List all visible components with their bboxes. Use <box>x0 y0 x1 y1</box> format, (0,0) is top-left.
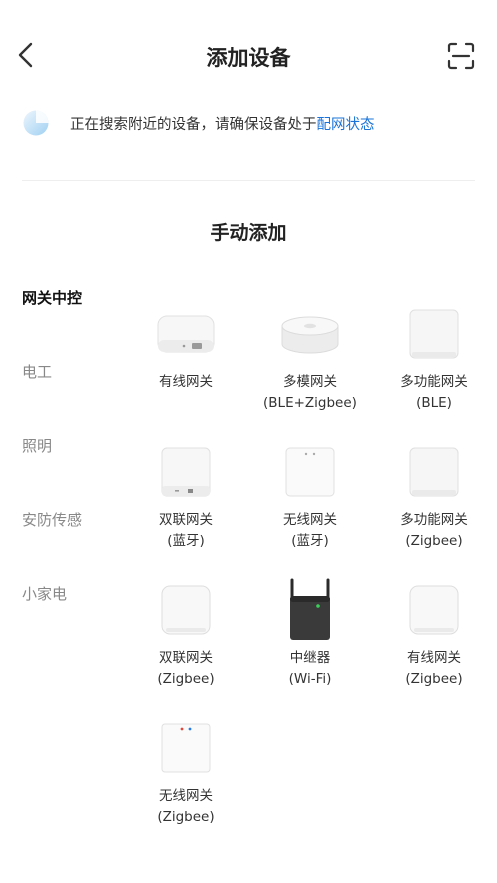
device-card[interactable]: 双联网关 (Zigbee) <box>124 578 248 690</box>
device-card[interactable]: 无线网关 (Zigbee) <box>124 716 248 828</box>
device-protocol: (Zigbee) <box>405 671 463 687</box>
category-lighting[interactable]: 照明 <box>22 435 132 509</box>
dual-gateway-icon <box>124 578 248 642</box>
search-message: 正在搜索附近的设备，请确保设备处于 <box>70 116 317 133</box>
device-protocol: (BLE) <box>416 395 452 411</box>
category-small-appliance[interactable]: 小家电 <box>22 583 132 657</box>
device-protocol: (Zigbee) <box>157 809 215 825</box>
category-electrical[interactable]: 电工 <box>22 361 132 435</box>
device-name: 多模网关 <box>283 374 337 390</box>
device-name: 无线网关 <box>159 788 213 804</box>
device-card[interactable]: 有线网关 <box>124 302 248 393</box>
dual-gateway-icon <box>124 440 248 504</box>
device-name: 多功能网关 <box>400 512 468 528</box>
device-protocol: (Zigbee) <box>157 671 215 687</box>
divider <box>22 180 475 181</box>
loading-spinner-icon <box>23 110 49 136</box>
device-name: 有线网关 <box>159 374 213 390</box>
device-protocol: (蓝牙) <box>291 533 329 549</box>
device-name: 多功能网关 <box>400 374 468 390</box>
wired-gateway-icon <box>124 302 248 366</box>
multifunction-gateway-icon <box>372 440 496 504</box>
device-card[interactable]: 多功能网关 (BLE) <box>372 302 496 414</box>
header: 添加设备 <box>0 0 497 110</box>
multimode-gateway-icon <box>248 302 372 366</box>
device-protocol: (BLE+Zigbee) <box>263 395 357 411</box>
category-security-sensor[interactable]: 安防传感 <box>22 509 132 583</box>
device-protocol: (Wi-Fi) <box>288 671 332 687</box>
search-status: 正在搜索附近的设备，请确保设备处于配网状态 <box>22 108 475 138</box>
device-name: 双联网关 <box>159 512 213 528</box>
wired-gateway-icon <box>372 578 496 642</box>
device-name: 无线网关 <box>283 512 337 528</box>
wireless-gateway-icon <box>124 716 248 780</box>
network-mode-link[interactable]: 配网状态 <box>317 117 375 133</box>
device-name: 中继器 <box>289 650 331 666</box>
device-protocol: (Zigbee) <box>405 533 463 549</box>
device-card[interactable]: 多模网关 (BLE+Zigbee) <box>248 302 372 414</box>
wireless-gateway-icon <box>248 440 372 504</box>
device-name: 双联网关 <box>159 650 213 666</box>
page-title: 添加设备 <box>206 46 291 70</box>
device-protocol: (蓝牙) <box>167 533 205 549</box>
device-name: 有线网关 <box>407 650 461 666</box>
multifunction-gateway-icon <box>372 302 496 366</box>
search-status-text: 正在搜索附近的设备，请确保设备处于配网状态 <box>70 113 375 134</box>
device-card[interactable]: 多功能网关 (Zigbee) <box>372 440 496 552</box>
device-card[interactable]: 无线网关 (蓝牙) <box>248 440 372 552</box>
device-card[interactable]: 双联网关 (蓝牙) <box>124 440 248 552</box>
device-card[interactable]: 有线网关 (Zigbee) <box>372 578 496 690</box>
category-gateway[interactable]: 网关中控 <box>22 287 132 361</box>
section-title: 手动添加 <box>210 222 287 244</box>
category-sidebar: 网关中控 电工 照明 安防传感 小家电 <box>22 287 132 657</box>
device-card[interactable]: 中继器 (Wi-Fi) <box>248 578 372 690</box>
repeater-icon <box>248 578 372 642</box>
scan-icon[interactable] <box>447 42 475 70</box>
